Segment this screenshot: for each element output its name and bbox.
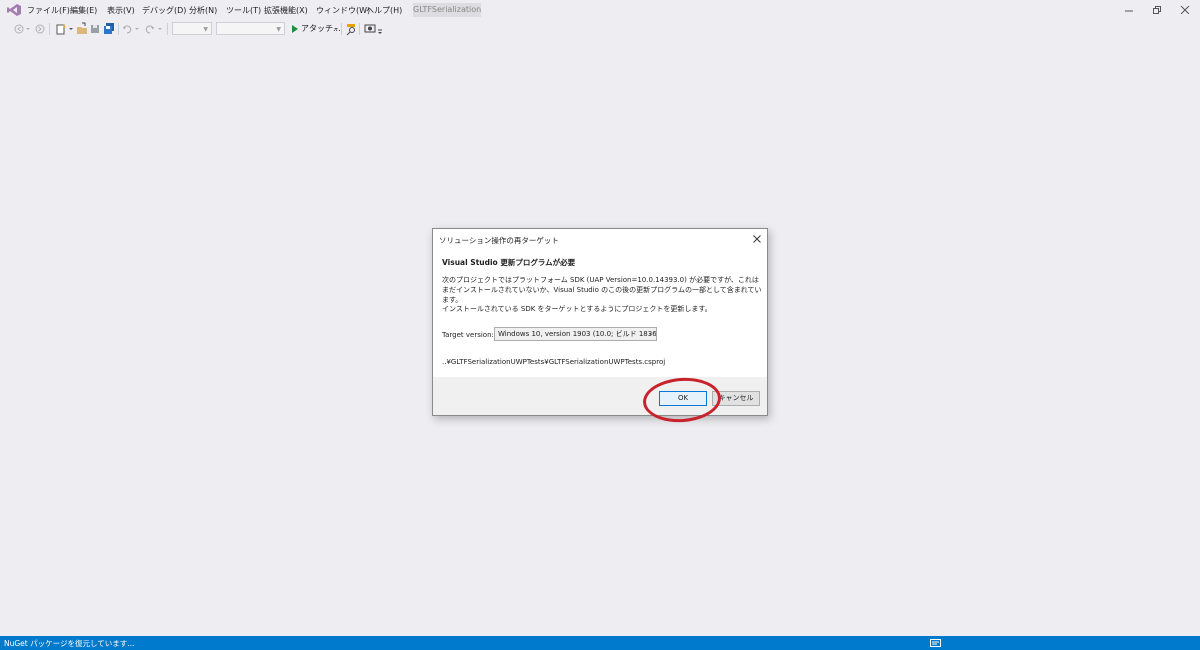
notification-icon[interactable] — [930, 639, 941, 647]
dialog-close-button[interactable] — [751, 233, 763, 245]
chevron-down-icon — [69, 28, 73, 30]
close-icon — [753, 235, 761, 243]
undo-button[interactable] — [122, 22, 132, 36]
menu-window[interactable]: ウィンドウ(W) — [316, 5, 370, 16]
visual-studio-logo-icon — [7, 4, 21, 16]
find-icon — [346, 24, 355, 36]
new-project-button[interactable] — [55, 22, 67, 36]
menu-help[interactable]: ヘルプ(H) — [366, 5, 402, 16]
save-all-icon — [104, 23, 114, 34]
target-version-select[interactable]: Windows 10, version 1903 (10.0; ビルド 1836… — [494, 327, 657, 341]
redo-icon — [145, 25, 155, 34]
target-version-label: Target version: — [442, 331, 494, 339]
chevron-down-icon — [135, 28, 139, 30]
back-icon — [14, 24, 24, 34]
undo-icon — [122, 25, 132, 34]
dialog-title: ソリューション操作の再ターゲット — [439, 236, 559, 245]
toolbar-separator — [167, 23, 168, 35]
save-all-button[interactable] — [103, 22, 115, 36]
start-button[interactable] — [290, 22, 299, 36]
chevron-down-icon: ⌄ — [647, 330, 653, 337]
menu-edit[interactable]: 編集(E) — [70, 5, 97, 16]
chevron-down-icon — [26, 28, 30, 30]
menu-tools[interactable]: ツール(T) — [226, 5, 261, 16]
solution-configuration-combo[interactable]: ▼ — [172, 22, 212, 35]
status-text: NuGet パッケージを復元しています... — [4, 639, 135, 648]
minimize-button[interactable] — [1114, 2, 1144, 18]
dialog-message: 次のプロジェクトではプラットフォーム SDK (UAP Version=10.0… — [442, 276, 762, 304]
new-project-icon — [56, 23, 66, 35]
menu-view[interactable]: 表示(V) — [107, 5, 135, 16]
back-dropdown[interactable] — [25, 22, 31, 36]
chevron-down-icon: ▼ — [276, 26, 281, 33]
restore-button[interactable] — [1142, 2, 1172, 18]
redo-button[interactable] — [145, 22, 155, 36]
chevron-down-icon — [378, 29, 382, 34]
minimize-icon — [1125, 10, 1133, 12]
menu-analyze[interactable]: 分析(N) — [189, 5, 217, 16]
forward-icon — [35, 24, 45, 34]
save-button[interactable] — [90, 22, 100, 36]
attach-label[interactable]: アタッチ... — [301, 23, 341, 34]
restore-icon — [1153, 6, 1161, 14]
retarget-dialog: ソリューション操作の再ターゲット Visual Studio 更新プログラムが必… — [432, 228, 768, 416]
menu-extensions[interactable]: 拡張機能(X) — [264, 5, 308, 16]
status-bar: NuGet パッケージを復元しています... — [0, 636, 1200, 650]
chevron-down-icon: ▼ — [203, 26, 208, 33]
close-icon — [1180, 6, 1190, 14]
screenshot-icon — [364, 24, 376, 33]
screenshot-button[interactable] — [364, 22, 376, 36]
target-version-value: Windows 10, version 1903 (10.0; ビルド 1836… — [498, 330, 657, 338]
forward-button[interactable] — [35, 22, 45, 36]
project-path: ..¥GLTFSerializationUWPTests¥GLTFSeriali… — [442, 358, 666, 366]
chevron-down-icon — [158, 28, 162, 30]
dialog-instruction: インストールされている SDK をターゲットとするようにプロジェクトを更新します… — [442, 305, 712, 313]
menu-debug[interactable]: デバッグ(D) — [142, 5, 186, 16]
toolbar-overflow-button[interactable] — [377, 24, 383, 38]
save-icon — [91, 25, 99, 33]
toolbar-separator — [341, 23, 342, 35]
toolbar-separator — [359, 23, 360, 35]
open-button[interactable] — [76, 22, 88, 36]
start-icon — [292, 25, 298, 33]
toolbar-separator — [49, 23, 50, 35]
standard-toolbar: ▼ ▼ — [0, 20, 1200, 38]
solution-name-badge: GLTFSerialization — [413, 3, 481, 17]
menu-bar: ファイル(F) 編集(E) 表示(V) デバッグ(D) 分析(N) ツール(T)… — [0, 0, 1200, 20]
back-button[interactable] — [14, 22, 24, 36]
undo-dropdown[interactable] — [134, 22, 140, 36]
redo-dropdown[interactable] — [157, 22, 163, 36]
menu-file[interactable]: ファイル(F) — [27, 5, 70, 16]
dialog-heading: Visual Studio 更新プログラムが必要 — [442, 258, 576, 267]
open-icon — [77, 22, 87, 34]
solution-platform-combo[interactable]: ▼ — [216, 22, 285, 35]
toolbar-separator — [118, 23, 119, 35]
find-button[interactable] — [345, 22, 357, 36]
new-project-dropdown[interactable] — [68, 22, 74, 36]
close-window-button[interactable] — [1170, 2, 1200, 18]
